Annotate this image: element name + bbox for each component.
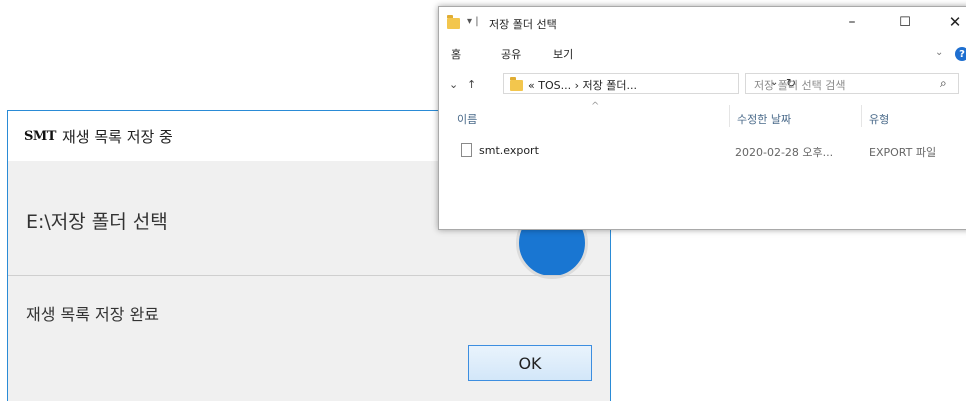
smt-logo: SMT [24, 128, 56, 144]
explorer-title-bar: ▾ | 저장 폴더 선택 – ☐ ✕ [439, 7, 966, 37]
column-header-name[interactable]: 이름 [457, 111, 477, 127]
dialog-title: 재생 목록 저장 중 [61, 127, 173, 146]
quick-access-dropdown[interactable]: ▾ | [467, 16, 479, 27]
file-type: EXPORT 파일 [869, 146, 937, 159]
ribbon-expand-chevron-icon[interactable]: ⌄ [935, 47, 943, 58]
help-icon[interactable]: ? [955, 47, 966, 61]
column-divider[interactable] [729, 105, 730, 127]
address-bar-row: ⌄ ↑ « TOS... › 저장 폴더... ⌄ ↻ 저장 폴더 선택 검색 … [439, 69, 966, 99]
search-icon[interactable]: ⌕ [940, 76, 947, 91]
address-path: « TOS... › 저장 폴더... [528, 79, 637, 92]
tab-share[interactable]: 공유 [501, 46, 521, 62]
explorer-title: 저장 폴더 선택 [489, 18, 557, 31]
sort-caret-icon: ^ [591, 101, 600, 112]
search-placeholder: 저장 폴더 선택 검색 [754, 79, 846, 92]
divider [8, 275, 610, 276]
status-message: 재생 목록 저장 완료 [26, 305, 160, 324]
save-path-text: E:\저장 폴더 선택 [26, 211, 168, 233]
file-name: smt.export [479, 144, 539, 157]
explorer-window: ▾ | 저장 폴더 선택 – ☐ ✕ 홈 공유 보기 ⌄ ? ⌄ ↑ « TOS… [438, 6, 966, 230]
search-input[interactable]: 저장 폴더 선택 검색 ⌕ [745, 73, 959, 94]
minimize-button[interactable]: – [832, 11, 872, 33]
ribbon-tabs: 홈 공유 보기 ⌄ ? [439, 41, 966, 65]
address-bar[interactable]: « TOS... › 저장 폴더... ⌄ ↻ [503, 73, 796, 94]
recent-locations-chevron-icon[interactable]: ⌄ [449, 78, 458, 91]
maximize-button[interactable]: ☐ [885, 11, 925, 33]
file-row[interactable]: smt.export 2020-02-28 오후... EXPORT 파일 [457, 141, 957, 161]
tab-view[interactable]: 보기 [553, 46, 573, 62]
folder-icon [510, 77, 523, 91]
file-icon [461, 143, 472, 157]
column-header-modified[interactable]: 수정한 날짜 [737, 111, 791, 127]
close-button[interactable]: ✕ [935, 11, 966, 33]
folder-icon [447, 15, 460, 29]
tab-home[interactable]: 홈 [451, 46, 461, 62]
column-header-type[interactable]: 유형 [869, 111, 889, 127]
up-arrow-icon[interactable]: ↑ [467, 78, 476, 91]
ok-button[interactable]: OK [468, 345, 592, 381]
column-divider[interactable] [861, 105, 862, 127]
file-modified: 2020-02-28 오후... [735, 146, 834, 159]
